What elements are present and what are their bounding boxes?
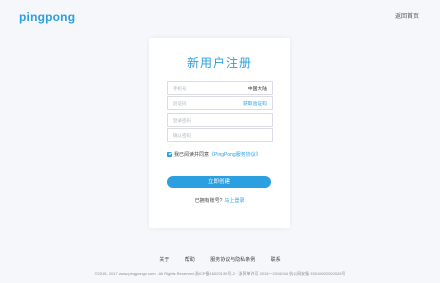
- top-bar: pingpong 返回首页: [0, 0, 440, 34]
- phone-input[interactable]: [168, 82, 233, 94]
- region-select[interactable]: 中国大陆: [248, 85, 267, 92]
- login-prompt: 已拥有账号? 马上登录: [149, 197, 290, 204]
- create-account-button[interactable]: 立即创建: [167, 176, 271, 188]
- agreement-row: 我已阅读并同意《PingPong服务协议》: [167, 151, 261, 159]
- agreement-text: 我已阅读并同意: [174, 152, 210, 158]
- service-agreement-link[interactable]: 《PingPong服务协议》: [209, 152, 261, 158]
- pingpong-logo[interactable]: pingpong: [19, 10, 75, 24]
- agreement-checkbox[interactable]: [167, 152, 172, 157]
- login-prompt-text: 已拥有账号?: [194, 198, 223, 204]
- confirm-password-input[interactable]: [168, 129, 268, 141]
- register-card: 新用户注册 中国大陆 获取验证码 我已阅读并同意《PingPong服务协议》 立…: [149, 38, 290, 228]
- copyright-text: ©2015- 2017 www.pingpongx.com . All Righ…: [94, 271, 346, 276]
- get-code-button[interactable]: 获取验证码: [243, 100, 267, 107]
- footer-links: 关于 帮助 服务协议与隐私条例 联系: [0, 256, 440, 263]
- password-input[interactable]: [168, 114, 268, 126]
- footer-link-help[interactable]: 帮助: [185, 257, 195, 263]
- footer-link-contact[interactable]: 联系: [271, 257, 281, 263]
- code-field: 获取验证码: [167, 96, 273, 110]
- back-home-link[interactable]: 返回首页: [395, 11, 419, 20]
- footer-link-terms[interactable]: 服务协议与隐私条例: [210, 257, 255, 263]
- page-title: 新用户注册: [186, 56, 252, 70]
- login-link[interactable]: 马上登录: [224, 198, 244, 204]
- confirm-password-field: [167, 128, 273, 142]
- phone-field: 中国大陆: [167, 81, 273, 95]
- password-field: [167, 113, 273, 127]
- code-input[interactable]: [168, 97, 233, 109]
- footer-link-about[interactable]: 关于: [159, 257, 169, 263]
